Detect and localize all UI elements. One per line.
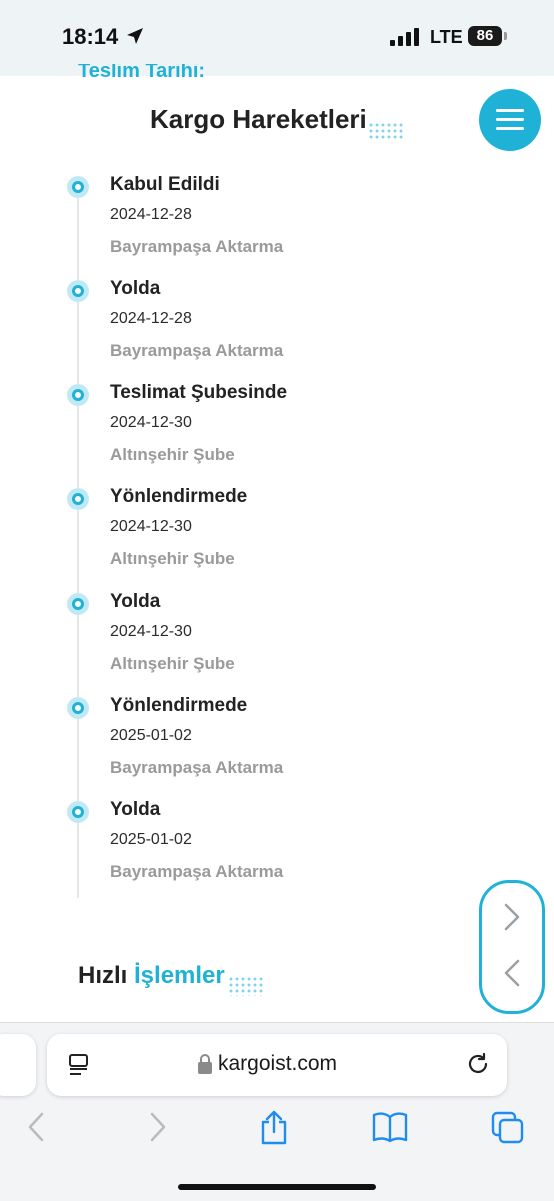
cellular-signal-icon bbox=[390, 28, 419, 46]
lock-icon bbox=[198, 1054, 212, 1074]
event-location: Bayrampaşa Aktarma bbox=[110, 237, 284, 256]
quick-actions-title-word-1: Hızlı bbox=[78, 962, 128, 989]
chevron-left-icon bbox=[504, 959, 520, 987]
event-date: 2025-01-02 bbox=[110, 831, 192, 848]
home-indicator bbox=[178, 1184, 376, 1190]
event-date: 2024-12-28 bbox=[110, 206, 192, 223]
forward-icon[interactable] bbox=[144, 1110, 170, 1144]
quick-actions-title: Hızlı İşlemler bbox=[78, 962, 225, 990]
delivery-date-label: Teslim Tarihi: bbox=[78, 64, 206, 78]
timeline-dot-icon bbox=[67, 593, 89, 615]
event-location: Bayrampaşa Aktarma bbox=[110, 758, 284, 777]
reload-icon[interactable] bbox=[465, 1051, 491, 1077]
timeline-dot-icon bbox=[67, 280, 89, 302]
hamburger-icon-bar-2 bbox=[496, 118, 524, 121]
event-date: 2024-12-30 bbox=[110, 414, 192, 431]
event-status: Yönlendirmede bbox=[110, 486, 248, 507]
share-icon[interactable] bbox=[258, 1110, 290, 1146]
battery-tip bbox=[504, 32, 507, 40]
battery-level: 86 bbox=[468, 26, 502, 46]
url-text: kargoist.com bbox=[218, 1052, 338, 1075]
timeline-event: Kabul Edildi 2024-12-28 Bayrampaşa Aktar… bbox=[0, 174, 554, 278]
quick-actions-title-word-2: İşlemler bbox=[134, 962, 225, 989]
location-arrow-icon bbox=[127, 28, 143, 44]
timeline-dot-icon bbox=[67, 697, 89, 719]
event-status: Kabul Edildi bbox=[110, 174, 220, 195]
event-status: Yolda bbox=[110, 799, 161, 820]
event-date: 2025-01-02 bbox=[110, 727, 192, 744]
event-status: Yönlendirmede bbox=[110, 695, 248, 716]
timeline-event: Yolda 2024-12-28 Bayrampaşa Aktarma bbox=[0, 278, 554, 382]
event-location: Altınşehir Şube bbox=[110, 549, 235, 568]
title-dots-decoration bbox=[368, 122, 404, 140]
timeline-dot-icon bbox=[67, 384, 89, 406]
event-status: Yolda bbox=[110, 278, 161, 299]
timeline-event: Teslimat Şubesinde 2024-12-30 Altınşehir… bbox=[0, 382, 554, 486]
event-date: 2024-12-30 bbox=[110, 518, 192, 535]
event-location: Altınşehir Şube bbox=[110, 445, 235, 464]
hamburger-icon-bar-3 bbox=[496, 127, 524, 130]
section-title: Kargo Hareketleri bbox=[150, 104, 367, 134]
timeline-event: Yolda 2025-01-02 Bayrampaşa Aktarma bbox=[0, 799, 554, 903]
status-time: 18:14 bbox=[62, 24, 119, 49]
hamburger-icon-bar-1 bbox=[496, 109, 524, 112]
timeline-event: Yolda 2024-12-30 Altınşehir Şube bbox=[0, 591, 554, 695]
timeline-dot-icon bbox=[67, 488, 89, 510]
timeline-dot-icon bbox=[67, 801, 89, 823]
slider-pager bbox=[479, 880, 545, 1014]
next-button[interactable] bbox=[482, 887, 542, 947]
network-type: LTE bbox=[430, 27, 463, 47]
previous-tab-card[interactable] bbox=[0, 1034, 36, 1096]
event-location: Bayrampaşa Aktarma bbox=[110, 341, 284, 360]
bookmarks-icon[interactable] bbox=[371, 1110, 409, 1144]
reader-mode-icon[interactable] bbox=[67, 1053, 91, 1077]
quick-title-dots-decoration bbox=[228, 976, 264, 996]
back-icon[interactable] bbox=[24, 1110, 50, 1144]
chevron-right-icon bbox=[504, 903, 520, 931]
menu-button[interactable] bbox=[479, 89, 541, 151]
event-date: 2024-12-30 bbox=[110, 623, 192, 640]
event-date: 2024-12-28 bbox=[110, 310, 192, 327]
event-location: Bayrampaşa Aktarma bbox=[110, 862, 284, 881]
previous-button[interactable] bbox=[482, 943, 542, 1003]
timeline-event: Yönlendirmede 2024-12-30 Altınşehir Şube bbox=[0, 486, 554, 590]
timeline-dot-icon bbox=[67, 176, 89, 198]
event-location: Altınşehir Şube bbox=[110, 654, 235, 673]
event-status: Teslimat Şubesinde bbox=[110, 382, 288, 403]
timeline-event: Yönlendirmede 2025-01-02 Bayrampaşa Akta… bbox=[0, 695, 554, 799]
tabs-icon[interactable] bbox=[490, 1110, 526, 1146]
event-status: Yolda bbox=[110, 591, 161, 612]
